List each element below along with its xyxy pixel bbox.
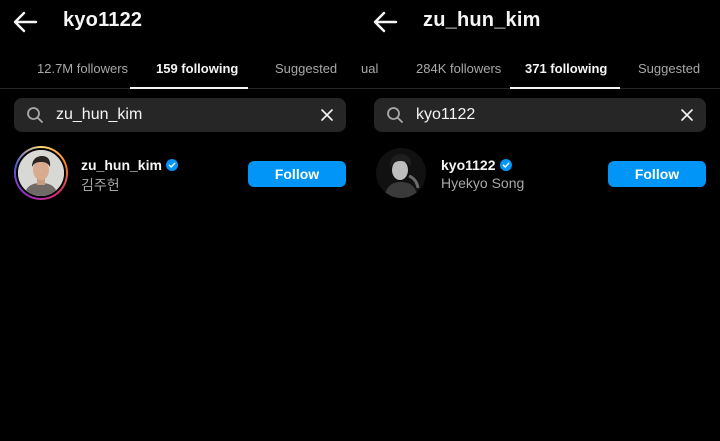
header: zu_hun_kim — [360, 0, 720, 44]
active-tab-indicator — [510, 87, 620, 89]
tab-bar: ual 284K followers 371 following Suggest… — [360, 52, 720, 89]
username-text: kyo1122 — [441, 157, 496, 173]
search-bar — [14, 98, 346, 132]
verified-badge-icon — [499, 159, 512, 171]
clear-search-icon[interactable] — [320, 108, 334, 122]
username[interactable]: zu_hun_kim — [81, 157, 178, 173]
username-text: zu_hun_kim — [81, 157, 162, 173]
verified-badge-icon — [165, 159, 178, 171]
list-item[interactable]: kyo1122 Hyekyo Song Follow — [374, 146, 706, 202]
search-bar — [374, 98, 706, 132]
profile-photo — [376, 148, 426, 198]
list-item[interactable]: zu_hun_kim 김주헌 Follow — [14, 146, 346, 202]
tab-mutual[interactable]: ual — [361, 61, 378, 76]
tab-followers[interactable]: 12.7M followers — [37, 61, 128, 76]
page-title: kyo1122 — [63, 9, 143, 31]
tab-following[interactable]: 371 following — [525, 61, 607, 76]
clear-search-icon[interactable] — [680, 108, 694, 122]
right-screen: zu_hun_kim ual 284K followers 371 follow… — [360, 0, 720, 441]
follow-button[interactable]: Follow — [608, 161, 706, 187]
back-arrow-icon[interactable] — [12, 10, 38, 34]
search-input[interactable] — [416, 98, 666, 132]
search-icon — [387, 107, 403, 123]
tab-suggested[interactable]: Suggested — [275, 61, 337, 76]
tab-followers[interactable]: 284K followers — [416, 61, 501, 76]
tab-bar: 12.7M followers 159 following Suggested — [0, 52, 360, 89]
search-icon — [27, 107, 43, 123]
back-arrow-icon[interactable] — [372, 10, 398, 34]
tab-following[interactable]: 159 following — [156, 61, 238, 76]
full-name: 김주헌 — [81, 177, 120, 193]
tab-suggested[interactable]: Suggested — [638, 61, 700, 76]
page-title: zu_hun_kim — [423, 9, 541, 31]
avatar[interactable] — [376, 148, 426, 198]
follow-button[interactable]: Follow — [248, 161, 346, 187]
avatar[interactable] — [14, 146, 68, 200]
username[interactable]: kyo1122 — [441, 157, 512, 173]
full-name: Hyekyo Song — [441, 175, 525, 191]
profile-photo — [18, 150, 64, 196]
search-input[interactable] — [56, 98, 306, 132]
header: kyo1122 — [0, 0, 360, 44]
active-tab-indicator — [130, 87, 248, 89]
left-screen: kyo1122 12.7M followers 159 following Su… — [0, 0, 360, 441]
